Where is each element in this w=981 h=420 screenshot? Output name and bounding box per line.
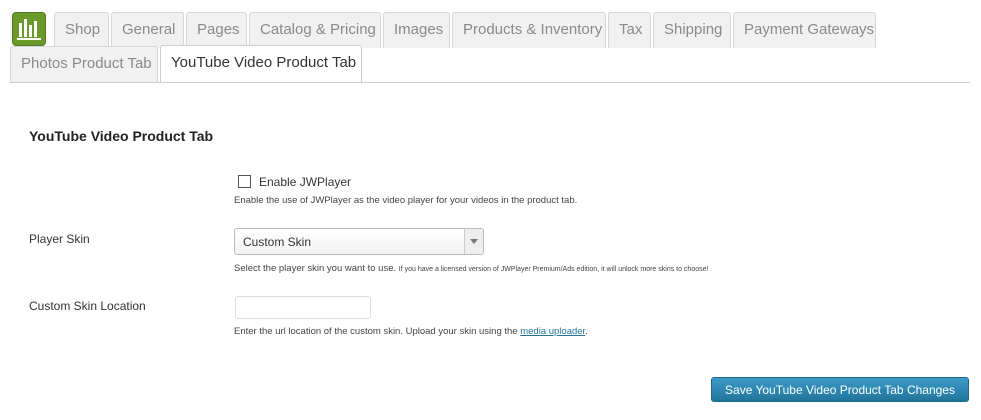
player-skin-help: Select the player skin you want to use. — [234, 263, 397, 274]
player-skin-label: Player Skin — [29, 232, 90, 246]
section-title: YouTube Video Product Tab — [29, 128, 214, 144]
tab-payment-gateways[interactable]: Payment Gateways — [733, 12, 876, 48]
tab-pages[interactable]: Pages — [186, 12, 247, 48]
tab-shop[interactable]: Shop — [54, 12, 109, 48]
tab-shipping[interactable]: Shipping — [653, 12, 731, 48]
save-changes-button[interactable]: Save YouTube Video Product Tab Changes — [711, 377, 969, 402]
player-skin-select[interactable]: Custom Skin — [234, 228, 484, 255]
tab-youtube-video-product[interactable]: YouTube Video Product Tab — [160, 45, 362, 83]
custom-skin-location-input[interactable] — [235, 296, 371, 319]
player-skin-selected-value: Custom Skin — [243, 235, 312, 249]
custom-skin-location-label: Custom Skin Location — [29, 299, 146, 313]
chevron-down-icon[interactable] — [464, 229, 483, 254]
enable-jwplayer-checkbox[interactable] — [238, 175, 251, 188]
jwplayer-description: Enable the use of JWPlayer as the video … — [234, 195, 578, 206]
custom-skin-help-end: . — [585, 326, 588, 337]
enable-jwplayer-label[interactable]: Enable JWPlayer — [259, 175, 351, 189]
player-skin-description: Select the player skin you want to use. … — [234, 263, 708, 274]
settings-tabs: Shop General Pages Catalog & Pricing Ima… — [0, 0, 981, 84]
app-logo-icon — [12, 12, 46, 46]
tab-images[interactable]: Images — [383, 12, 450, 48]
tab-general[interactable]: General — [111, 12, 184, 48]
tab-catalog-pricing[interactable]: Catalog & Pricing — [249, 12, 381, 48]
tabs-divider — [10, 82, 970, 83]
custom-skin-help: Enter the url location of the custom ski… — [234, 326, 518, 337]
player-skin-note: If you have a licensed version of JWPlay… — [398, 266, 709, 273]
tab-tax[interactable]: Tax — [608, 12, 651, 48]
media-uploader-link[interactable]: media uploader — [520, 326, 585, 337]
tab-photos-product[interactable]: Photos Product Tab — [10, 46, 158, 82]
tab-products-inventory[interactable]: Products & Inventory — [452, 12, 606, 48]
custom-skin-description: Enter the url location of the custom ski… — [234, 326, 588, 337]
